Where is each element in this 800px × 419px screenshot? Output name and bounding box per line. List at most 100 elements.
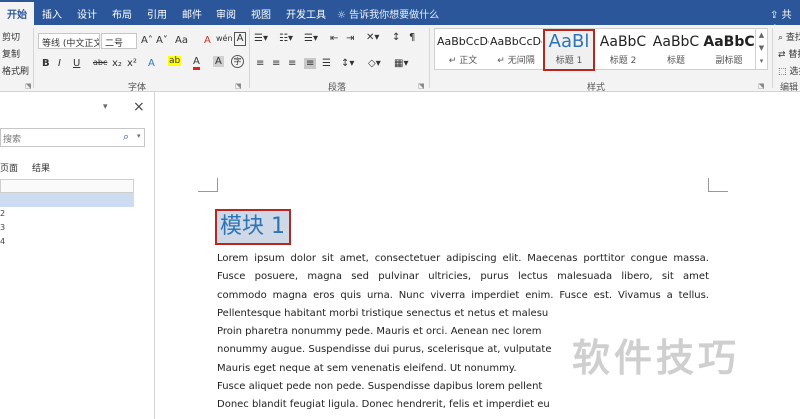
subscript-button[interactable]: x₂ xyxy=(112,58,122,69)
tab-developer[interactable]: 开发工具 xyxy=(286,6,326,21)
borders-icon[interactable]: ▦▾ xyxy=(394,58,408,69)
style-title[interactable]: AaBbC 标题 xyxy=(650,31,702,69)
style-preview: AaBbC xyxy=(652,34,700,50)
align-left-icon[interactable]: ≡ xyxy=(256,58,264,69)
search-placeholder: 搜索 xyxy=(3,135,22,145)
more-styles-icon[interactable]: ▾ xyxy=(756,55,767,68)
copy-button[interactable]: 复制 xyxy=(2,47,20,60)
divider xyxy=(772,28,773,88)
list-item[interactable]: 2 xyxy=(0,207,134,221)
style-preview: AaBbCcDc xyxy=(437,35,489,48)
styles-gallery: AaBbCcDc ↵ 正文 AaBbCcDc ↵ 无间隔 AaBl 标题 1 A… xyxy=(434,28,756,71)
collapse-toggle[interactable] xyxy=(0,179,134,193)
shading-icon[interactable]: ◇▾ xyxy=(368,58,381,69)
superscript-button[interactable]: x² xyxy=(127,58,137,69)
text-line: Donec blandit feugiat ligula. Donec hend… xyxy=(217,399,550,411)
tell-me-box[interactable]: ☼ 告诉我你想要做什么 xyxy=(337,6,439,21)
bullets-icon[interactable]: ☰▾ xyxy=(254,33,268,44)
align-center-icon[interactable]: ≡ xyxy=(272,58,280,69)
tab-home[interactable]: 开始 xyxy=(0,2,34,25)
select-icon: ⬚ xyxy=(778,67,787,77)
tab-insert[interactable]: 插入 xyxy=(42,6,62,21)
nav-search-input[interactable]: 搜索 ⌕ ▾ xyxy=(0,128,145,147)
font-color-button[interactable]: A xyxy=(193,56,200,70)
font-size-combo[interactable]: 二号 xyxy=(101,33,137,49)
paragraph-launcher-icon[interactable]: ⬔ xyxy=(418,82,425,90)
char-border-button[interactable]: A xyxy=(234,32,246,46)
tab-mailings[interactable]: 邮件 xyxy=(182,6,202,21)
format-painter-button[interactable]: 格式刷 xyxy=(2,64,29,77)
list-item[interactable]: 3 xyxy=(0,221,134,235)
shrink-font-button[interactable]: A˅ xyxy=(156,35,168,46)
heading-1-text[interactable]: 模块 1 xyxy=(215,209,291,245)
divider xyxy=(249,28,250,88)
text-line: Pellentesque habitant morbi tristique se… xyxy=(217,307,549,319)
sort-icon[interactable]: ↕ xyxy=(392,32,400,43)
increase-indent-icon[interactable]: ⇥ xyxy=(346,33,354,44)
tab-review[interactable]: 审阅 xyxy=(216,6,236,21)
underline-button[interactable]: U xyxy=(73,58,80,69)
find-label: 查找 xyxy=(785,33,800,43)
text-line: Fusce posuere, magna sed pulvinar ultric… xyxy=(217,271,709,283)
justify-icon[interactable]: ≡ xyxy=(304,58,317,69)
chevron-down-icon[interactable]: ▾ xyxy=(137,132,141,140)
style-normal[interactable]: AaBbCcDc ↵ 正文 xyxy=(437,31,489,69)
tab-pages[interactable]: 页面 xyxy=(0,161,18,174)
bold-button[interactable]: B xyxy=(42,58,50,69)
find-button[interactable]: ⌕ 查找 xyxy=(778,30,800,43)
phonetic-guide-button[interactable]: wén xyxy=(216,34,233,43)
italic-button[interactable]: I xyxy=(58,58,61,69)
replace-button[interactable]: ⇄ 替换 xyxy=(778,47,800,60)
show-marks-icon[interactable]: ¶ xyxy=(409,32,415,43)
clear-format-button[interactable]: A xyxy=(204,35,211,46)
heading-list: 2 3 4 xyxy=(0,179,134,249)
tab-results[interactable]: 结果 xyxy=(32,161,50,174)
tell-me-label: 告诉我你想要做什么 xyxy=(349,10,440,21)
style-name: ↵ 无间隔 xyxy=(497,56,535,66)
char-shading-button[interactable]: A xyxy=(213,56,224,67)
tab-layout[interactable]: 布局 xyxy=(112,6,132,21)
multilevel-list-icon[interactable]: ☰▾ xyxy=(304,33,318,44)
numbering-icon[interactable]: ☷▾ xyxy=(279,33,293,44)
crop-mark xyxy=(198,178,218,192)
clipboard-launcher-icon[interactable]: ⬔ xyxy=(25,82,32,90)
style-name: 副标题 xyxy=(715,56,743,66)
close-icon[interactable]: × xyxy=(133,99,145,115)
distribute-icon[interactable]: ☰ xyxy=(322,58,331,69)
highlight-button[interactable]: ab xyxy=(168,56,182,66)
pane-options-icon[interactable]: ▾ xyxy=(103,102,108,112)
text-effects-button[interactable]: A xyxy=(148,58,155,69)
styles-gallery-scroll[interactable]: ▲ ▼ ▾ xyxy=(756,28,768,70)
replace-icon: ⇄ xyxy=(778,50,786,60)
style-no-spacing[interactable]: AaBbCcDc ↵ 无间隔 xyxy=(490,31,542,69)
font-launcher-icon[interactable]: ⬔ xyxy=(235,82,242,90)
tab-references[interactable]: 引用 xyxy=(147,6,167,21)
style-subtitle[interactable]: AaBbC 副标题 xyxy=(703,31,755,69)
scroll-up-icon[interactable]: ▲ xyxy=(756,29,767,42)
font-name-combo[interactable]: 等线 (中文正文) xyxy=(38,33,100,49)
decrease-indent-icon[interactable]: ⇤ xyxy=(330,33,338,44)
style-name: 标题 2 xyxy=(609,56,637,66)
tab-view[interactable]: 视图 xyxy=(251,6,271,21)
styles-launcher-icon[interactable]: ⬔ xyxy=(758,82,765,90)
style-name: ↵ 正文 xyxy=(448,56,478,66)
cut-button[interactable]: 剪切 xyxy=(2,30,20,43)
tab-design[interactable]: 设计 xyxy=(77,6,97,21)
strikethrough-button[interactable]: abc xyxy=(93,58,107,67)
style-heading-2[interactable]: AaBbC 标题 2 xyxy=(597,31,649,69)
divider xyxy=(33,28,34,88)
scroll-down-icon[interactable]: ▼ xyxy=(756,42,767,55)
list-item[interactable] xyxy=(0,193,134,207)
chinese-layout-icon[interactable]: ✕▾ xyxy=(366,32,379,43)
list-item[interactable]: 4 xyxy=(0,235,134,249)
style-name: 标题 xyxy=(666,56,685,66)
grow-font-button[interactable]: A˄ xyxy=(141,35,153,46)
style-heading-1[interactable]: AaBl 标题 1 xyxy=(543,29,595,71)
change-case-button[interactable]: Aa xyxy=(175,35,188,46)
align-right-icon[interactable]: ≡ xyxy=(288,58,296,69)
line-spacing-icon[interactable]: ↕▾ xyxy=(341,58,354,69)
search-icon[interactable]: ⌕ xyxy=(123,130,129,144)
ribbon-tab-bar: 开始 插入 设计 布局 引用 邮件 审阅 视图 开发工具 ☼ 告诉我你想要做什么… xyxy=(0,0,800,36)
enclosed-char-button[interactable]: 字 xyxy=(231,55,244,68)
select-button[interactable]: ⬚ 选择 xyxy=(778,64,800,77)
